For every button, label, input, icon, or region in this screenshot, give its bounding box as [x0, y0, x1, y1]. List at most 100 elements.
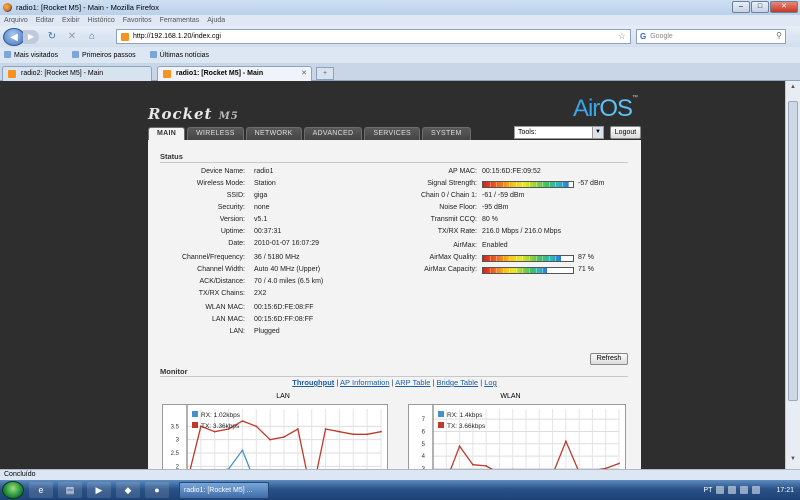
- status-label: LAN MAC:: [211, 316, 245, 323]
- media-player-icon[interactable]: ▶: [87, 482, 111, 498]
- link-arp-table[interactable]: ARP Table: [395, 378, 430, 387]
- maximize-icon[interactable]: □: [751, 1, 769, 13]
- system-tray: PT 17:21: [704, 480, 800, 500]
- y-tick-label: 2.5: [171, 451, 180, 457]
- monitor-links: Throughput | AP Information | ARP Table …: [148, 378, 641, 387]
- level-bar-segment: [568, 256, 570, 261]
- status-row: Chain 0 / Chain 1: -61 / -59 dBm: [148, 192, 641, 202]
- volume-icon[interactable]: [752, 486, 761, 494]
- ie-icon[interactable]: e: [29, 482, 53, 498]
- data-point: [471, 463, 474, 466]
- search-icon[interactable]: ⚲: [776, 31, 782, 40]
- app-icon[interactable]: ◆: [116, 482, 140, 498]
- tools-select[interactable]: Tools: ▼: [514, 126, 604, 139]
- link-bridge-table[interactable]: Bridge Table: [437, 378, 479, 387]
- menu-ajuda[interactable]: Ajuda: [207, 17, 225, 24]
- language-indicator[interactable]: PT: [704, 487, 713, 494]
- status-label: Signal Strength:: [427, 180, 477, 187]
- data-point: [213, 430, 216, 433]
- clock[interactable]: 17:21: [776, 487, 794, 494]
- tab-network[interactable]: NETWORK: [245, 127, 302, 140]
- status-label: LAN:: [229, 328, 245, 335]
- bookmark-most-visited[interactable]: Mais visitados: [4, 51, 58, 59]
- chevron-down-icon: ▼: [592, 127, 603, 138]
- tab-services[interactable]: SERVICES: [364, 127, 421, 140]
- menu-ferramentas[interactable]: Ferramentas: [160, 17, 200, 24]
- status-value: 70 / 4.0 miles (6.5 km): [254, 278, 324, 285]
- level-bar-segment: [496, 182, 498, 187]
- status-label: WLAN MAC:: [205, 304, 245, 311]
- bookmark-latest-news[interactable]: Últimas notícias: [150, 51, 209, 59]
- level-bar-segment: [502, 268, 504, 273]
- menu-arquivo[interactable]: Arquivo: [4, 17, 28, 24]
- browser-tab-radio2[interactable]: radio2: [Rocket M5] - Main: [2, 66, 152, 81]
- status-row: TX/RX Rate: 216.0 Mbps / 216.0 Mbps: [148, 228, 641, 238]
- status-label: ACK/Distance:: [199, 278, 245, 285]
- search-box[interactable]: G Google ⚲: [636, 29, 786, 44]
- minimize-icon[interactable]: –: [732, 1, 750, 13]
- legend-label: TX: 3.36kbps: [201, 423, 240, 430]
- refresh-button[interactable]: Refresh: [590, 353, 628, 365]
- taskbar-task-firefox[interactable]: radio1: [Rocket M5] ...: [179, 481, 269, 499]
- wlan-chart-title: WLAN: [500, 393, 521, 400]
- tab-main[interactable]: MAIN: [148, 127, 186, 140]
- logout-button[interactable]: Logout: [610, 126, 641, 139]
- link-throughput[interactable]: Throughput: [292, 378, 334, 387]
- start-orb-icon[interactable]: [2, 481, 24, 499]
- browser-tab-strip: radio2: [Rocket M5] - Main radio1: [Rock…: [0, 63, 800, 81]
- level-bar-segment: [529, 182, 530, 187]
- tray-icon[interactable]: [716, 486, 725, 494]
- scroll-up-icon[interactable]: ▲: [788, 84, 798, 94]
- close-icon[interactable]: ✕: [770, 1, 798, 13]
- new-tab-button[interactable]: +: [316, 67, 334, 80]
- tab-advanced[interactable]: ADVANCED: [303, 127, 363, 140]
- window-title: radio1: [Rocket M5] - Main - Mozilla Fir…: [16, 3, 159, 12]
- legend-swatch: [192, 411, 198, 417]
- link-ap-information[interactable]: AP Information: [340, 378, 389, 387]
- firefox-taskbar-icon[interactable]: ●: [145, 482, 169, 498]
- home-icon[interactable]: ⌂: [85, 30, 99, 44]
- data-point: [352, 433, 355, 436]
- browser-tab-radio1[interactable]: radio1: [Rocket M5] - Main ✕: [157, 66, 312, 81]
- close-tab-icon[interactable]: ✕: [301, 67, 307, 81]
- data-point: [283, 436, 285, 438]
- scroll-down-icon[interactable]: ▼: [788, 456, 798, 466]
- back-arrow-icon[interactable]: ◀: [3, 27, 25, 46]
- url-bar[interactable]: http://192.168.1.20/index.cgi ☆: [116, 29, 631, 44]
- tab-wireless[interactable]: WIRELESS: [187, 127, 244, 140]
- menu-historico[interactable]: Histórico: [88, 17, 115, 24]
- status-value: 2X2: [254, 290, 267, 297]
- forward-arrow-icon[interactable]: ▶: [23, 29, 39, 44]
- browser-tab-label: radio1: [Rocket M5] - Main: [176, 70, 264, 77]
- data-point: [564, 440, 567, 443]
- link-log[interactable]: Log: [484, 378, 497, 387]
- level-bar-segment: [555, 256, 557, 261]
- reload-icon[interactable]: ↻: [45, 30, 59, 44]
- stop-icon[interactable]: ✕: [65, 30, 79, 44]
- tray-icon[interactable]: [728, 486, 737, 494]
- level-bar-segment: [535, 182, 537, 187]
- bookmark-getting-started[interactable]: Primeiros passos: [72, 51, 136, 59]
- menu-favoritos[interactable]: Favoritos: [123, 17, 152, 24]
- scrollbar-thumb[interactable]: [788, 101, 798, 401]
- windows-taskbar: e ▤ ▶ ◆ ● radio1: [Rocket M5] ... PT 17:…: [0, 480, 800, 500]
- bookmark-star-icon[interactable]: ☆: [618, 31, 626, 42]
- level-bar: [482, 255, 574, 262]
- data-point: [255, 425, 258, 428]
- legend-swatch: [438, 411, 444, 417]
- status-row: TX/RX Chains: 2X2: [148, 290, 548, 300]
- window-titlebar: radio1: [Rocket M5] - Main - Mozilla Fir…: [0, 0, 800, 15]
- status-divider: [160, 162, 628, 163]
- level-bar-segment: [555, 182, 557, 187]
- network-icon[interactable]: [740, 486, 749, 494]
- monitor-divider: [160, 376, 628, 377]
- menu-exibir[interactable]: Exibir: [62, 17, 80, 24]
- level-bar-segment: [548, 256, 550, 261]
- tab-system[interactable]: SYSTEM: [422, 127, 471, 140]
- level-bar-segment: [542, 182, 544, 187]
- vertical-scrollbar[interactable]: ▲ ▼: [785, 81, 800, 469]
- airos-page: Rocket M5 AirOS™ MAIN WIRELESS NETWORK A…: [148, 81, 641, 469]
- wlan-chart: 765432RX: 1.4kbpsTX: 3.66kbps: [408, 404, 626, 469]
- menu-editar[interactable]: Editar: [36, 17, 54, 24]
- explorer-folder-icon[interactable]: ▤: [58, 482, 82, 498]
